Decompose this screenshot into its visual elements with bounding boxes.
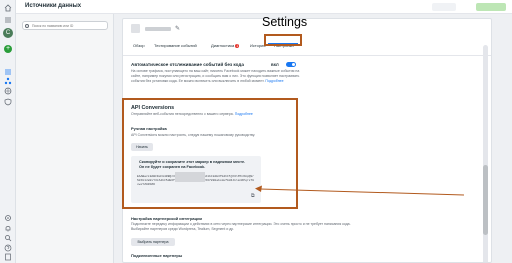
page-title: Источники данных [25, 3, 82, 9]
bell-icon[interactable] [4, 224, 12, 232]
diagnostics-badge: 1 [235, 44, 240, 48]
scrollbar-thumb[interactable] [483, 165, 488, 235]
shield-icon[interactable] [4, 98, 12, 106]
search-box[interactable] [22, 21, 108, 30]
list-icon[interactable] [4, 68, 12, 76]
auto-events-learn-more-link[interactable]: Подробнее [265, 79, 283, 83]
app-rail: С + [0, 0, 16, 263]
tab-overview[interactable]: Обзор [133, 43, 145, 48]
scrollbar[interactable] [483, 45, 488, 262]
pixel-name-redacted [145, 27, 171, 31]
settings-tab-highlight [264, 34, 302, 46]
report-icon[interactable] [4, 253, 12, 261]
menu-icon[interactable] [4, 16, 12, 24]
gear-icon[interactable] [4, 214, 12, 222]
auto-events-toggle-label: ВКЛ [271, 63, 279, 67]
account-avatar[interactable]: С [3, 28, 13, 38]
partner-integration-text: Подключите передачу информации о действи… [131, 222, 351, 232]
partner-integration-title: Настройка партнерской интеграции [131, 216, 203, 221]
settings-annotation-label: Settings [262, 15, 308, 29]
search-icon [25, 24, 29, 28]
toolbar-button[interactable] [432, 3, 456, 11]
tab-test-events[interactable]: Тестирование событий [154, 43, 197, 48]
auto-events-description: На основе трафика, поступающего на ваш с… [131, 69, 303, 85]
search-icon[interactable] [4, 234, 12, 242]
globe-icon[interactable] [4, 87, 12, 95]
search-input[interactable] [32, 22, 106, 29]
data-sources-panel [16, 14, 114, 263]
tab-diagnostics[interactable]: Диагностика 1 [211, 43, 240, 48]
home-icon[interactable] [4, 4, 12, 12]
settings-tab-underline [268, 43, 298, 44]
choose-partner-button[interactable]: Выбрать партнера [131, 238, 175, 246]
top-bar: Источники данных [16, 0, 512, 14]
connected-partners-title: Подключенные партнеры [131, 253, 183, 258]
edit-icon[interactable]: ✎ [175, 25, 180, 32]
help-icon[interactable] [4, 244, 12, 252]
token-pointer-arrow [255, 185, 465, 196]
auto-events-title: Автоматическое отслеживание событий без … [131, 62, 244, 67]
auto-events-toggle[interactable] [286, 62, 296, 67]
create-icon[interactable]: + [4, 45, 12, 53]
tab-diagnostics-label: Диагностика [211, 43, 235, 48]
connect-data-button[interactable] [476, 3, 506, 11]
events-manager-icon[interactable] [4, 77, 12, 85]
pixel-thumbnail [131, 24, 140, 33]
tabs-divider [123, 55, 491, 56]
